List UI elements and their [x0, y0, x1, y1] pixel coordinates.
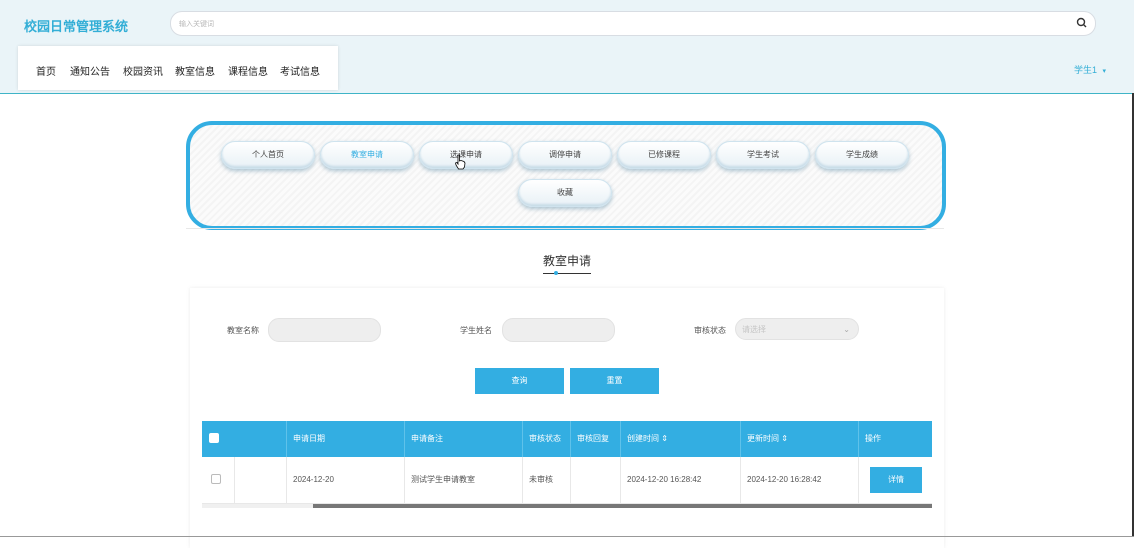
col-created-time[interactable]: 创建时间 ⇕	[620, 421, 740, 457]
menu-course-apply[interactable]: 选课申请	[419, 141, 513, 169]
table-header: 申请日期 申请备注 审核状态 审核回复 创建时间 ⇕ 更新时间 ⇕ 操作	[202, 421, 932, 457]
col-updated-time[interactable]: 更新时间 ⇕	[740, 421, 858, 457]
hand-cursor-icon	[455, 154, 466, 170]
title-dot	[554, 271, 558, 275]
cell-apply-date: 2024-12-20	[286, 457, 404, 503]
search-box	[170, 11, 1096, 36]
main-nav: 首页 通知公告 校园资讯 教室信息 课程信息 考试信息	[18, 46, 338, 90]
cell-updated-time: 2024-12-20 16:28:42	[740, 457, 858, 503]
search-input[interactable]	[177, 15, 1061, 33]
cell-review-status: 未审核	[522, 457, 570, 503]
status-placeholder: 请选择	[742, 325, 766, 334]
chevron-down-icon: ⌄	[843, 325, 850, 334]
site-logo[interactable]: 校园日常管理系统	[24, 16, 128, 35]
col-apply-remark: 申请备注	[404, 421, 522, 457]
col-review-status: 审核状态	[522, 421, 570, 457]
user-name: 学生1	[1073, 65, 1097, 75]
review-status-label: 审核状态	[694, 326, 726, 335]
menu-student-exam[interactable]: 学生考试	[716, 141, 810, 169]
cell-review-reply	[570, 457, 620, 503]
query-button[interactable]: 查询	[475, 368, 564, 394]
student-name-input[interactable]	[502, 318, 615, 342]
student-name-label: 学生姓名	[460, 326, 492, 335]
col-review-reply: 审核回复	[570, 421, 620, 457]
menu-classroom-apply[interactable]: 教室申请	[320, 141, 414, 169]
divider	[186, 228, 944, 229]
menu-completed-courses[interactable]: 已修课程	[617, 141, 711, 169]
nav-notices[interactable]: 通知公告	[70, 63, 110, 78]
search-icon[interactable]	[1075, 16, 1089, 30]
row-checkbox[interactable]	[211, 474, 221, 484]
nav-campus-news[interactable]: 校园资讯	[123, 63, 163, 78]
col-actions: 操作	[858, 421, 932, 457]
title-underline	[543, 273, 591, 274]
top-bar: 校园日常管理系统 首页 通知公告 校园资讯 教室信息 课程信息 考试信息 学生1…	[0, 0, 1134, 94]
classroom-name-label: 教室名称	[227, 326, 259, 335]
nav-course-info[interactable]: 课程信息	[228, 63, 268, 78]
reset-button[interactable]: 重置	[570, 368, 659, 394]
col-apply-date: 申请日期	[286, 421, 404, 457]
menu-personal-home[interactable]: 个人首页	[221, 141, 315, 169]
page-title: 教室申请	[542, 254, 591, 268]
scrollbar-thumb[interactable]	[313, 504, 932, 508]
row-shadow	[234, 457, 235, 503]
select-all-checkbox[interactable]	[209, 433, 219, 443]
nav-home[interactable]: 首页	[36, 63, 56, 78]
classroom-name-input[interactable]	[268, 318, 381, 342]
student-menu-panel	[186, 121, 946, 230]
menu-favorites[interactable]: 收藏	[518, 179, 612, 207]
chevron-down-icon: ▾	[1102, 68, 1106, 75]
user-menu[interactable]: 学生1 ▾	[1074, 63, 1106, 76]
detail-button[interactable]: 详情	[870, 467, 922, 493]
cell-apply-remark: 测试学生申请教室	[404, 457, 522, 503]
table-row: 2024-12-20 测试学生申请教室 未审核 2024-12-20 16:28…	[202, 457, 932, 504]
cell-created-time: 2024-12-20 16:28:42	[620, 457, 740, 503]
menu-adjust-apply[interactable]: 调停申请	[518, 141, 612, 169]
menu-student-grades[interactable]: 学生成绩	[815, 141, 909, 169]
review-status-select[interactable]: 请选择 ⌄	[735, 318, 859, 340]
nav-classroom-info[interactable]: 教室信息	[175, 63, 215, 78]
nav-exam-info[interactable]: 考试信息	[280, 63, 320, 78]
